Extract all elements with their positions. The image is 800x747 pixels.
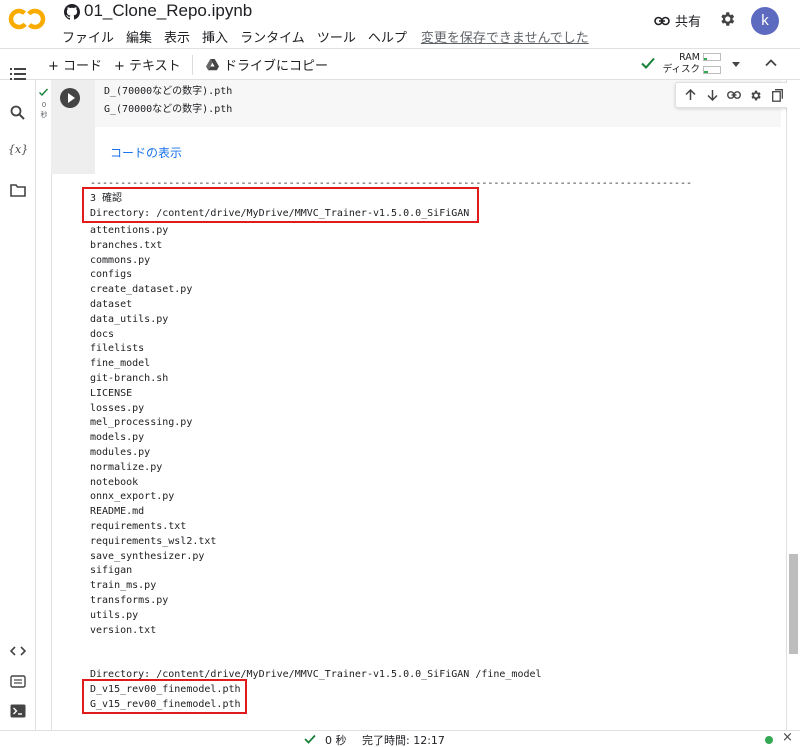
code-line: G_(70000などの数字).pth (104, 104, 233, 115)
output-file-entry: transforms.py (90, 595, 169, 606)
chevron-down-icon[interactable] (732, 62, 740, 67)
drive-icon (206, 58, 219, 70)
output-file-entry: train_ms.py (90, 580, 157, 592)
output-file-entry: README.md (90, 506, 145, 518)
run-cell-button[interactable] (60, 88, 80, 108)
copy-to-drive-button[interactable]: ドライブにコピー (206, 55, 328, 74)
copy-to-drive-label: ドライブにコピー (224, 59, 329, 74)
menu-bar: ファイル 編集 表示 挿入 ランタイム ツール ヘルプ 変更を保存できませんでし… (62, 27, 601, 46)
colab-logo[interactable] (8, 8, 46, 30)
command-palette-icon[interactable] (10, 675, 26, 688)
github-icon (64, 4, 80, 20)
cell-output: ----------------------------------------… (51, 174, 781, 730)
status-check-icon (304, 734, 316, 744)
code-snippets-icon[interactable] (10, 645, 26, 657)
notebook-main: 0 秒 D_(70000などの数字).pth G_(70000などの数字).pt… (37, 80, 800, 730)
check-icon (39, 88, 48, 96)
output-file-entry: attentions.py (90, 225, 169, 236)
output-file-entry: fine_model (90, 358, 151, 370)
menu-runtime[interactable]: ランタイム (240, 27, 305, 46)
terminal-icon[interactable] (10, 704, 26, 718)
menu-view[interactable]: 表示 (164, 27, 190, 46)
connected-check-icon (641, 57, 655, 69)
top-header: 01_Clone_Repo.ipynb ファイル 編集 表示 挿入 ランタイム … (0, 0, 800, 48)
cell-run-area (51, 80, 95, 174)
code-line: D_(70000などの数字).pth (104, 86, 233, 97)
output-file-entry: sifigan (90, 565, 133, 577)
folder-icon[interactable] (10, 184, 26, 197)
code-cell[interactable]: D_(70000などの数字).pth G_(70000などの数字).pth (95, 80, 800, 127)
output-file-entry: branches.txt (90, 239, 163, 251)
output-file-entry: utils.py (90, 609, 139, 621)
cell-settings-gear-icon[interactable] (748, 87, 764, 103)
status-bar: 0 秒 完了時間: 12:17 × (0, 730, 800, 747)
output-file-entry: configs (90, 269, 133, 281)
menu-edit[interactable]: 編集 (126, 27, 152, 46)
chevron-up-icon[interactable] (764, 56, 778, 70)
exec-time-value: 0 (41, 101, 47, 109)
scrollbar-thumb[interactable] (789, 554, 798, 654)
share-button[interactable]: 共有 (654, 11, 701, 30)
output-file-entry: losses.py (90, 402, 145, 414)
table-of-contents-icon[interactable] (10, 67, 26, 81)
cell-toolbar (675, 82, 800, 108)
output-file-entry: create_dataset.py (90, 284, 193, 296)
notebook-title[interactable]: 01_Clone_Repo.ipynb (84, 1, 252, 21)
highlight-box (82, 679, 247, 714)
variables-icon[interactable]: {x} (8, 143, 28, 156)
output-file-entry: save_synthesizer.py (90, 550, 205, 562)
output-file-entry: commons.py (90, 254, 151, 266)
menu-file[interactable]: ファイル (62, 27, 114, 46)
output-file-entry: LICENSE (90, 387, 133, 399)
link-icon (654, 16, 670, 25)
arrow-down-icon[interactable] (705, 87, 721, 103)
add-code-button[interactable]: + コード (48, 55, 102, 74)
user-avatar[interactable]: k (751, 7, 779, 35)
add-text-button[interactable]: + テキスト (114, 55, 181, 74)
output-file-entry: normalize.py (90, 461, 163, 473)
search-icon[interactable] (10, 105, 25, 120)
output-file-entry: requirements_wsl2.txt (90, 535, 217, 547)
status-connected-dot (765, 736, 773, 744)
output-file-entry: filelists (90, 343, 145, 355)
mirror-cell-icon[interactable] (770, 87, 786, 103)
output-file-entry: notebook (90, 476, 139, 488)
arrow-up-icon[interactable] (683, 87, 699, 103)
menu-insert[interactable]: 挿入 (202, 27, 228, 46)
disk-label: ディスク (662, 64, 700, 75)
menu-help[interactable]: ヘルプ (368, 27, 407, 46)
output-file-entry: requirements.txt (90, 521, 187, 532)
menu-tools[interactable]: ツール (317, 27, 356, 46)
show-code-link[interactable]: コードの表示 (110, 144, 182, 161)
output-file-entry: version.txt (90, 624, 157, 636)
exec-time-unit: 秒 (40, 111, 48, 119)
vertical-scrollbar[interactable] (787, 80, 800, 730)
output-file-entry: mel_processing.py (90, 417, 193, 429)
output-file-entry: git-branch.sh (90, 373, 169, 384)
settings-gear-icon[interactable] (718, 10, 736, 28)
status-exec-time: 0 秒 (325, 734, 347, 747)
output-file-entry: onnx_export.py (90, 491, 175, 503)
status-completed-time: 完了時間: 12:17 (362, 734, 445, 747)
resource-monitor[interactable]: RAM ディスク (662, 52, 700, 76)
output-file-entry: dataset (90, 299, 133, 310)
link-icon[interactable] (726, 87, 742, 103)
highlight-box (82, 187, 479, 223)
left-sidebar (0, 80, 36, 730)
output-file-entry: docs (90, 328, 115, 340)
ram-label: RAM (679, 52, 700, 63)
notebook-toolbar: + コード + テキスト ドライブにコピー RAM ディスク (0, 48, 800, 80)
disk-usage-bar (703, 66, 721, 74)
exec-time: 0 秒 (39, 100, 49, 120)
unsaved-notice-link[interactable]: 変更を保存できませんでした (421, 27, 589, 46)
output-file-entry: data_utils.py (90, 313, 169, 325)
toolbar-divider (192, 55, 193, 75)
share-label: 共有 (675, 15, 702, 30)
close-status-icon[interactable]: × (782, 730, 793, 745)
ram-usage-bar (703, 53, 721, 61)
output-file-entry: modules.py (90, 447, 151, 458)
output-file-entry: models.py (90, 432, 145, 444)
